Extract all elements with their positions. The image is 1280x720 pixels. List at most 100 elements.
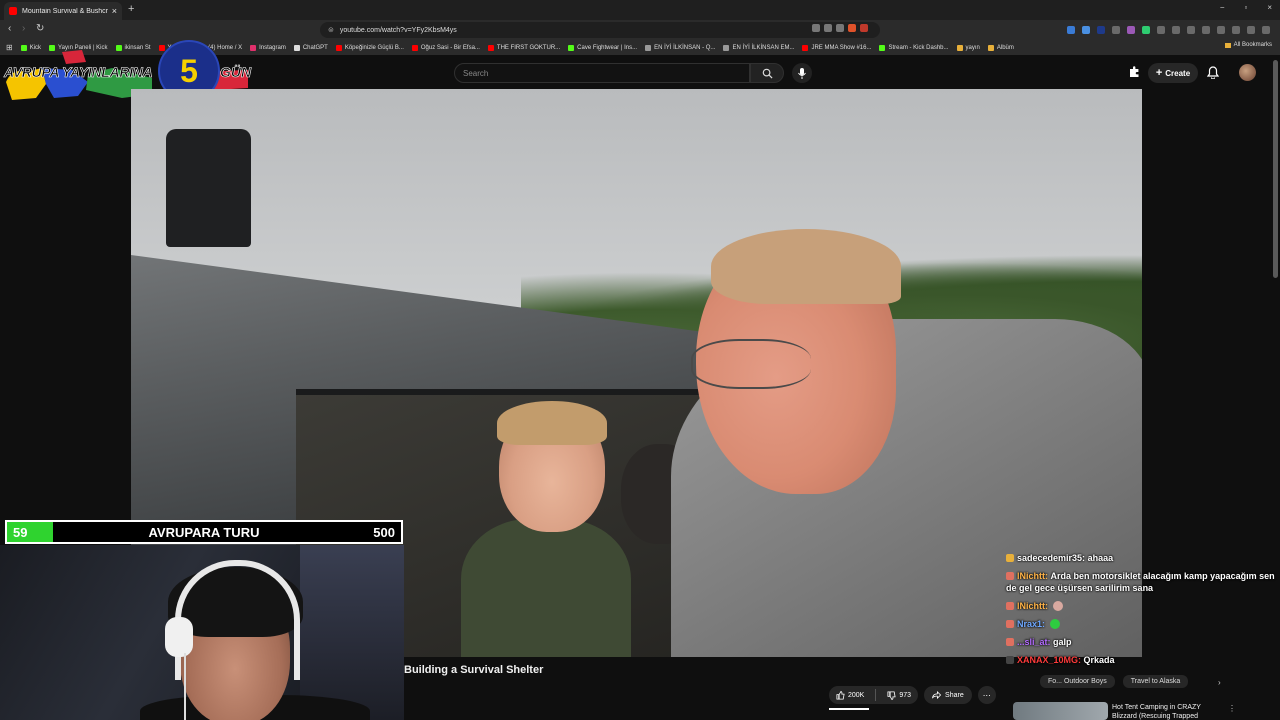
- bookmark-item[interactable]: EN İYİ İLKİNSAN - Q...: [645, 44, 715, 51]
- headset-cable: [184, 653, 186, 720]
- bookmark-label: yayın: [965, 44, 980, 51]
- cast-icon[interactable]: [812, 24, 820, 32]
- voice-search-button[interactable]: [792, 63, 812, 83]
- bookmark-item[interactable]: Oğuz Sasi - Bir Efsa...: [411, 44, 480, 51]
- chat-badge-icon: [1006, 656, 1014, 664]
- bookmark-item[interactable]: Instagram: [250, 44, 286, 51]
- account-avatar[interactable]: [1239, 64, 1256, 81]
- chip-outdoor-boys[interactable]: Fo... Outdoor Boys: [1040, 675, 1115, 688]
- microphone-icon: [798, 67, 806, 79]
- chat-badge-icon: [1006, 554, 1014, 562]
- search-button[interactable]: [750, 63, 784, 83]
- recommended-title[interactable]: Hot Tent Camping in CRAZY Blizzard (Resc…: [1112, 703, 1222, 720]
- bookmark-label: Albüm: [996, 44, 1014, 51]
- extension-icon[interactable]: [1112, 26, 1120, 34]
- bookmark-favicon-icon: [723, 44, 730, 51]
- bookmark-label: JRE MMA Show #16...: [811, 44, 872, 51]
- create-label: Create: [1165, 68, 1191, 78]
- dislike-count: 973: [899, 691, 912, 699]
- bookmark-label: Oğuz Sasi - Bir Efsa...: [420, 44, 480, 51]
- bookmark-item[interactable]: THE FIRST GOKTUR...: [487, 44, 561, 51]
- bookmark-favicon-icon: [568, 44, 575, 51]
- all-bookmarks-button[interactable]: All Bookmarks: [1224, 42, 1272, 48]
- chat-username[interactable]: lNichtt:: [1017, 571, 1048, 581]
- tab-close-icon[interactable]: ×: [112, 6, 117, 16]
- new-tab-button[interactable]: +: [128, 3, 134, 15]
- share-label: Share: [945, 691, 964, 699]
- extension-icon[interactable]: [1172, 26, 1180, 34]
- bookmark-item[interactable]: Cave Fightwear | Ins...: [568, 44, 637, 51]
- all-bookmarks-label: All Bookmarks: [1233, 42, 1272, 48]
- create-button[interactable]: + Create: [1148, 63, 1198, 83]
- brave-shield-icon[interactable]: [848, 24, 856, 32]
- headset-band: [175, 560, 300, 680]
- sidebar-icon[interactable]: [1202, 26, 1210, 34]
- recommended-more-icon[interactable]: ⋮: [1228, 704, 1236, 713]
- menu-icon[interactable]: [1262, 26, 1270, 34]
- bookmark-label: Stream - Kick Dashb...: [888, 44, 949, 51]
- extension-icon[interactable]: [1097, 26, 1105, 34]
- share-button[interactable]: Share: [924, 686, 972, 704]
- bookmark-item[interactable]: JRE MMA Show #16...: [802, 44, 872, 51]
- site-info-icon[interactable]: ⊜: [328, 26, 334, 34]
- close-window-button[interactable]: ×: [1267, 3, 1272, 12]
- chevron-right-icon[interactable]: ›: [1218, 678, 1221, 687]
- bookmark-favicon-icon: [879, 44, 886, 51]
- extension-icon[interactable]: [1127, 26, 1135, 34]
- vpn-icon[interactable]: [1232, 26, 1240, 34]
- chat-overlay: sadecedemir35: ahaaa lNichtt: Arda ben mo…: [1006, 552, 1278, 672]
- plus-icon: +: [1155, 67, 1163, 79]
- dislike-button[interactable]: 973: [880, 686, 918, 704]
- reload-icon[interactable]: ↻: [36, 23, 44, 34]
- video-boy-hair: [497, 401, 607, 445]
- logo-text: AVRUPA YAYINLARINA: [4, 64, 153, 81]
- browser-tab[interactable]: Mountain Survival & Bushcra ×: [4, 2, 122, 20]
- chat-username[interactable]: XANAX_10MG:: [1017, 655, 1081, 665]
- back-icon[interactable]: ‹: [8, 23, 11, 34]
- maximize-button[interactable]: ▫: [1244, 3, 1247, 12]
- minimize-button[interactable]: −: [1220, 3, 1225, 12]
- more-actions-icon[interactable]: ⋯: [977, 686, 996, 704]
- zoom-icon[interactable]: [824, 24, 832, 32]
- bookmark-favicon-icon: [956, 44, 963, 51]
- wallet-icon[interactable]: [1217, 26, 1225, 34]
- bookmark-item[interactable]: yayın: [956, 44, 980, 51]
- chat-message: XANAX_10MG: Qrkada: [1006, 654, 1278, 666]
- chip-travel-alaska[interactable]: Travel to Alaska: [1122, 675, 1189, 688]
- share-icon: [932, 691, 942, 699]
- chat-badge-icon: [1006, 602, 1014, 610]
- chat-username[interactable]: lNichtt:: [1017, 601, 1048, 611]
- puzzle-icon[interactable]: [1157, 26, 1165, 34]
- tab-strip: Mountain Survival & Bushcra × + − ▫ ×: [0, 0, 1280, 20]
- extension-icon[interactable]: [1142, 26, 1150, 34]
- goal-current: 59: [13, 525, 28, 540]
- bookmark-favicon-icon: [987, 44, 994, 51]
- like-button[interactable]: 200K: [829, 686, 871, 704]
- recommended-thumbnail[interactable]: [1013, 702, 1108, 720]
- forward-icon[interactable]: ›: [22, 23, 25, 34]
- share-page-icon[interactable]: [836, 24, 844, 32]
- headset-earcup: [165, 617, 193, 657]
- bookmark-item[interactable]: Albüm: [987, 44, 1014, 51]
- address-bar[interactable]: ⊜ youtube.com/watch?v=YFy2KbsM4ys: [320, 22, 880, 38]
- extension-icon[interactable]: [1082, 26, 1090, 34]
- page-scrollbar[interactable]: [1273, 60, 1278, 278]
- chat-username[interactable]: Nrax1:: [1017, 619, 1045, 629]
- chat-username[interactable]: ...sli_at:: [1017, 637, 1051, 647]
- extension-icon[interactable]: [1067, 26, 1075, 34]
- bookmark-item[interactable]: ChatGPT: [293, 44, 328, 51]
- bookmark-item[interactable]: Köpeğinizle Güçlü B...: [335, 44, 404, 51]
- rewards-icon[interactable]: [860, 24, 868, 32]
- bookmark-label: THE FIRST GOKTUR...: [496, 44, 561, 51]
- webcam-background: [300, 545, 404, 720]
- music-icon[interactable]: [1187, 26, 1195, 34]
- browser-toolbar: ‹ › ↻ ⊜ youtube.com/watch?v=YFy2KbsM4ys: [0, 20, 1280, 40]
- notifications-bell-icon[interactable]: [1207, 66, 1219, 79]
- bookmark-item[interactable]: EN İYİ İLKİNSAN EM...: [723, 44, 794, 51]
- chat-username[interactable]: sadecedemir35:: [1017, 553, 1085, 563]
- stream-goal-bar: AVRUPARA TURU 59 500: [5, 520, 403, 544]
- extension-puzzle-icon[interactable]: [1128, 66, 1140, 78]
- search-input[interactable]: Search: [454, 63, 750, 83]
- shield-icon[interactable]: [1247, 26, 1255, 34]
- bookmark-item[interactable]: Stream - Kick Dashb...: [879, 44, 949, 51]
